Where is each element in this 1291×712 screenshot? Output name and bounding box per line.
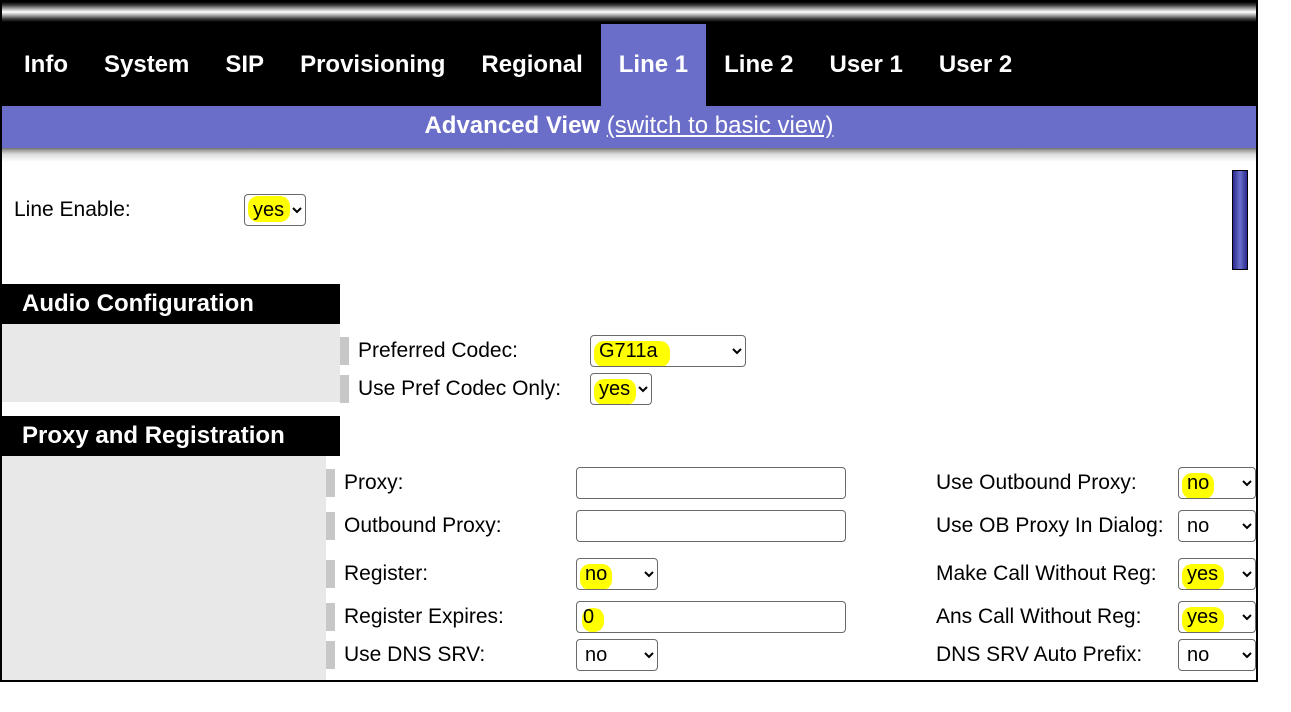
line-enable-select[interactable]: yes	[244, 194, 306, 226]
nav-regional[interactable]: Regional	[463, 24, 600, 106]
register-expires-label: Register Expires:	[344, 605, 576, 629]
nav-info[interactable]: Info	[6, 24, 86, 106]
view-mode-bar: Advanced View (switch to basic view)	[2, 106, 1256, 148]
register-label: Register:	[344, 562, 576, 586]
proxy-left-gray	[2, 456, 326, 680]
make-call-without-reg-label: Make Call Without Reg:	[936, 562, 1178, 586]
use-outbound-proxy-label: Use Outbound Proxy:	[936, 471, 1178, 495]
row-tick	[340, 337, 350, 365]
preferred-codec-label: Preferred Codec:	[358, 339, 590, 363]
row-tick	[326, 603, 336, 631]
audio-left-gray	[2, 324, 340, 402]
ans-call-without-reg-label: Ans Call Without Reg:	[936, 605, 1178, 629]
nav-sip[interactable]: SIP	[207, 24, 282, 106]
register-select[interactable]: no	[576, 558, 658, 590]
use-outbound-proxy-select[interactable]: no	[1178, 467, 1256, 499]
use-ob-proxy-in-dialog-label: Use OB Proxy In Dialog:	[936, 514, 1178, 538]
dns-srv-auto-prefix-label: DNS SRV Auto Prefix:	[936, 643, 1178, 667]
section-audio-configuration: Audio Configuration	[2, 284, 340, 324]
below-bar-gradient	[2, 148, 1256, 162]
nav-user-2[interactable]: User 2	[921, 24, 1030, 106]
row-tick	[326, 469, 336, 497]
register-expires-input[interactable]	[576, 601, 846, 633]
preferred-codec-select[interactable]: G711a	[590, 335, 746, 367]
top-border-gradient	[2, 2, 1256, 24]
use-pref-codec-only-label: Use Pref Codec Only:	[358, 377, 590, 401]
proxy-label: Proxy:	[344, 471, 576, 495]
outbound-proxy-label: Outbound Proxy:	[344, 514, 576, 538]
main-nav: Info System SIP Provisioning Regional Li…	[2, 24, 1256, 106]
nav-line-2[interactable]: Line 2	[706, 24, 811, 106]
section-proxy-registration: Proxy and Registration	[2, 416, 340, 456]
switch-to-basic-link[interactable]: (switch to basic view)	[607, 112, 834, 139]
outbound-proxy-input[interactable]	[576, 510, 846, 542]
dns-srv-auto-prefix-select[interactable]: no	[1178, 639, 1256, 671]
ans-call-without-reg-select[interactable]: yes	[1178, 601, 1256, 633]
row-tick	[326, 560, 336, 588]
proxy-input[interactable]	[576, 467, 846, 499]
row-tick	[340, 375, 350, 403]
nav-provisioning[interactable]: Provisioning	[282, 24, 463, 106]
nav-line-1[interactable]: Line 1	[601, 24, 706, 106]
row-tick	[326, 641, 336, 669]
use-ob-proxy-in-dialog-select[interactable]: no	[1178, 510, 1256, 542]
line-enable-label: Line Enable:	[14, 198, 244, 222]
use-pref-codec-only-select[interactable]: yes	[590, 373, 652, 405]
make-call-without-reg-select[interactable]: yes	[1178, 558, 1256, 590]
nav-system[interactable]: System	[86, 24, 207, 106]
row-tick	[326, 512, 336, 540]
right-scrollbar-decoration	[1232, 170, 1248, 270]
nav-user-1[interactable]: User 1	[811, 24, 920, 106]
use-dns-srv-label: Use DNS SRV:	[344, 643, 576, 667]
use-dns-srv-select[interactable]: no	[576, 639, 658, 671]
view-mode-label: Advanced View	[424, 112, 600, 139]
